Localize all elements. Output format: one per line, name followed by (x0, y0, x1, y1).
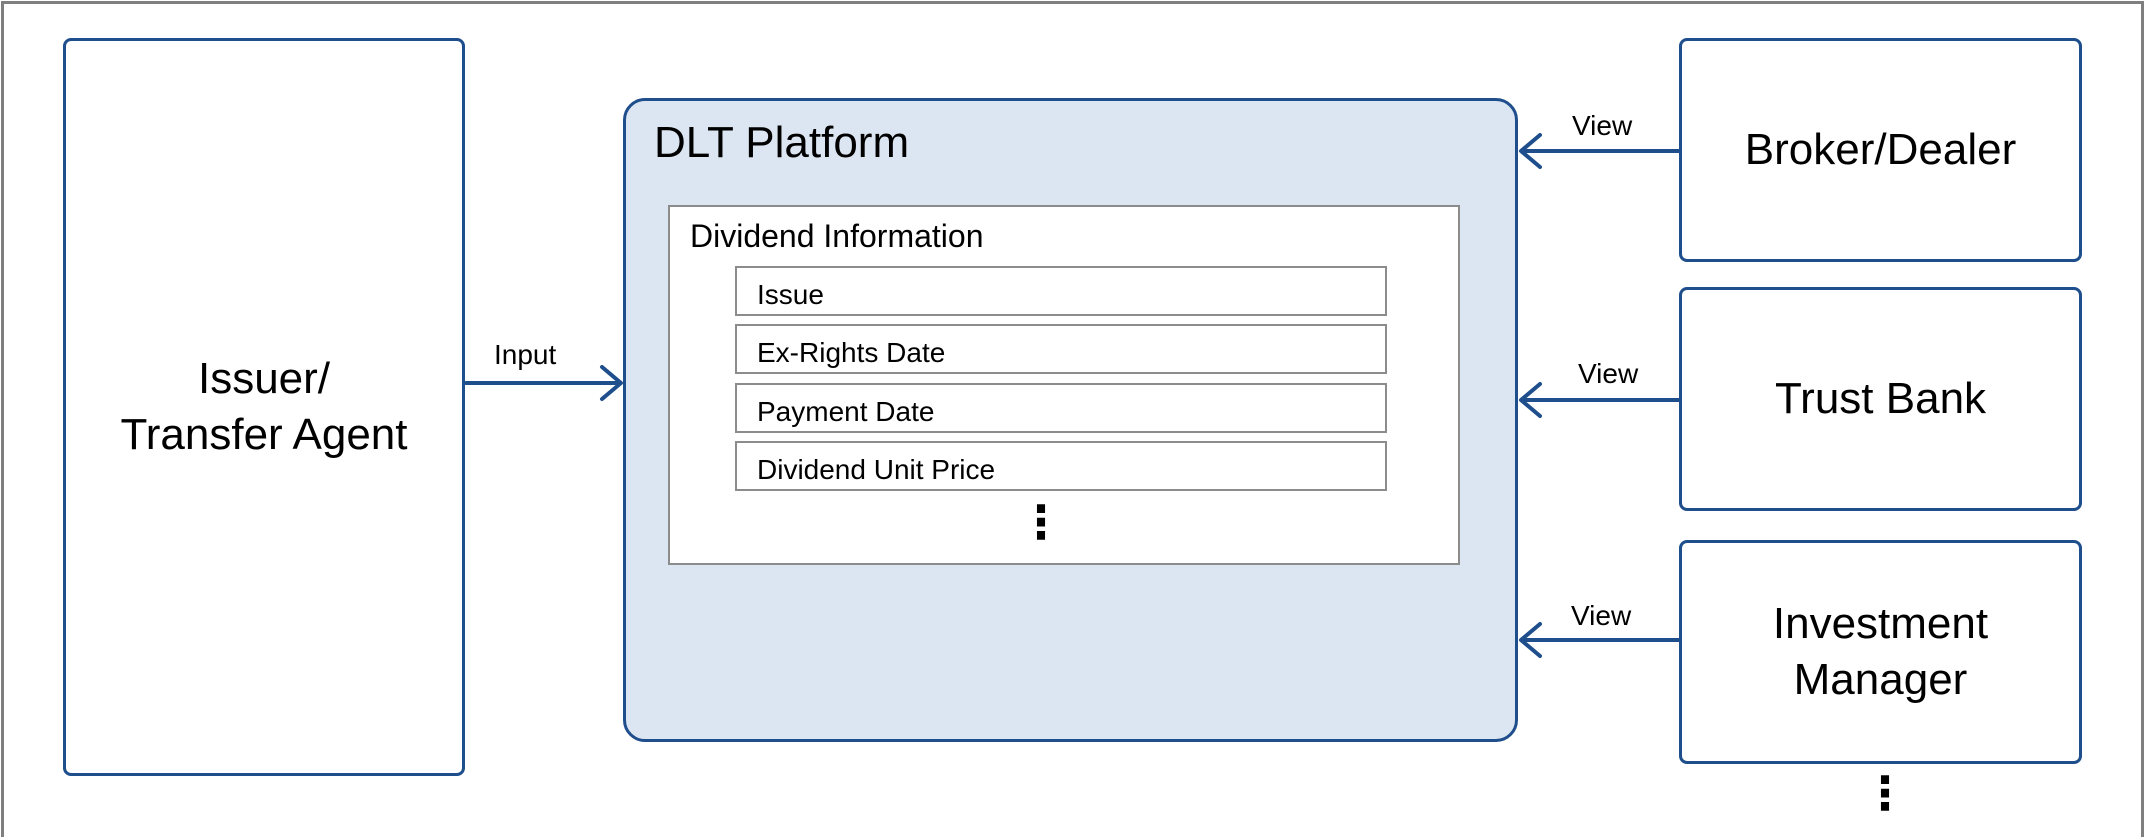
view-label-investment: View (1571, 600, 1632, 631)
view-label-trust: View (1578, 358, 1639, 389)
input-arrow-label: Input (494, 339, 557, 370)
connector-arrows (464, 133, 1681, 658)
view-label-broker: View (1572, 110, 1633, 141)
